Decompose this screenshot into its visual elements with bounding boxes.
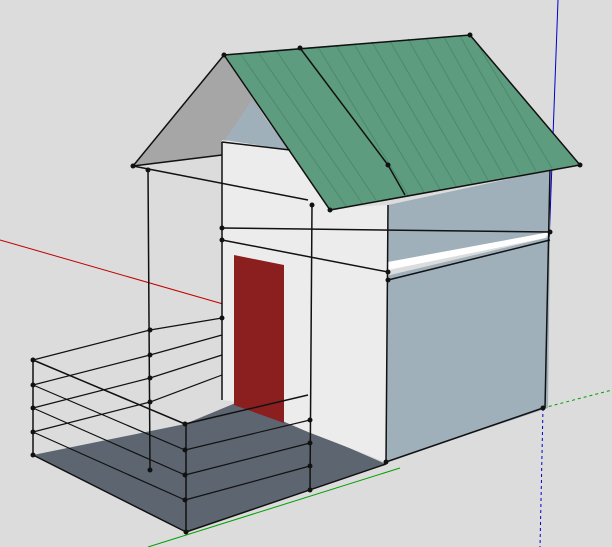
model-viewport[interactable] <box>0 0 612 547</box>
model-canvas[interactable] <box>0 0 612 547</box>
front-door[interactable] <box>234 255 284 423</box>
